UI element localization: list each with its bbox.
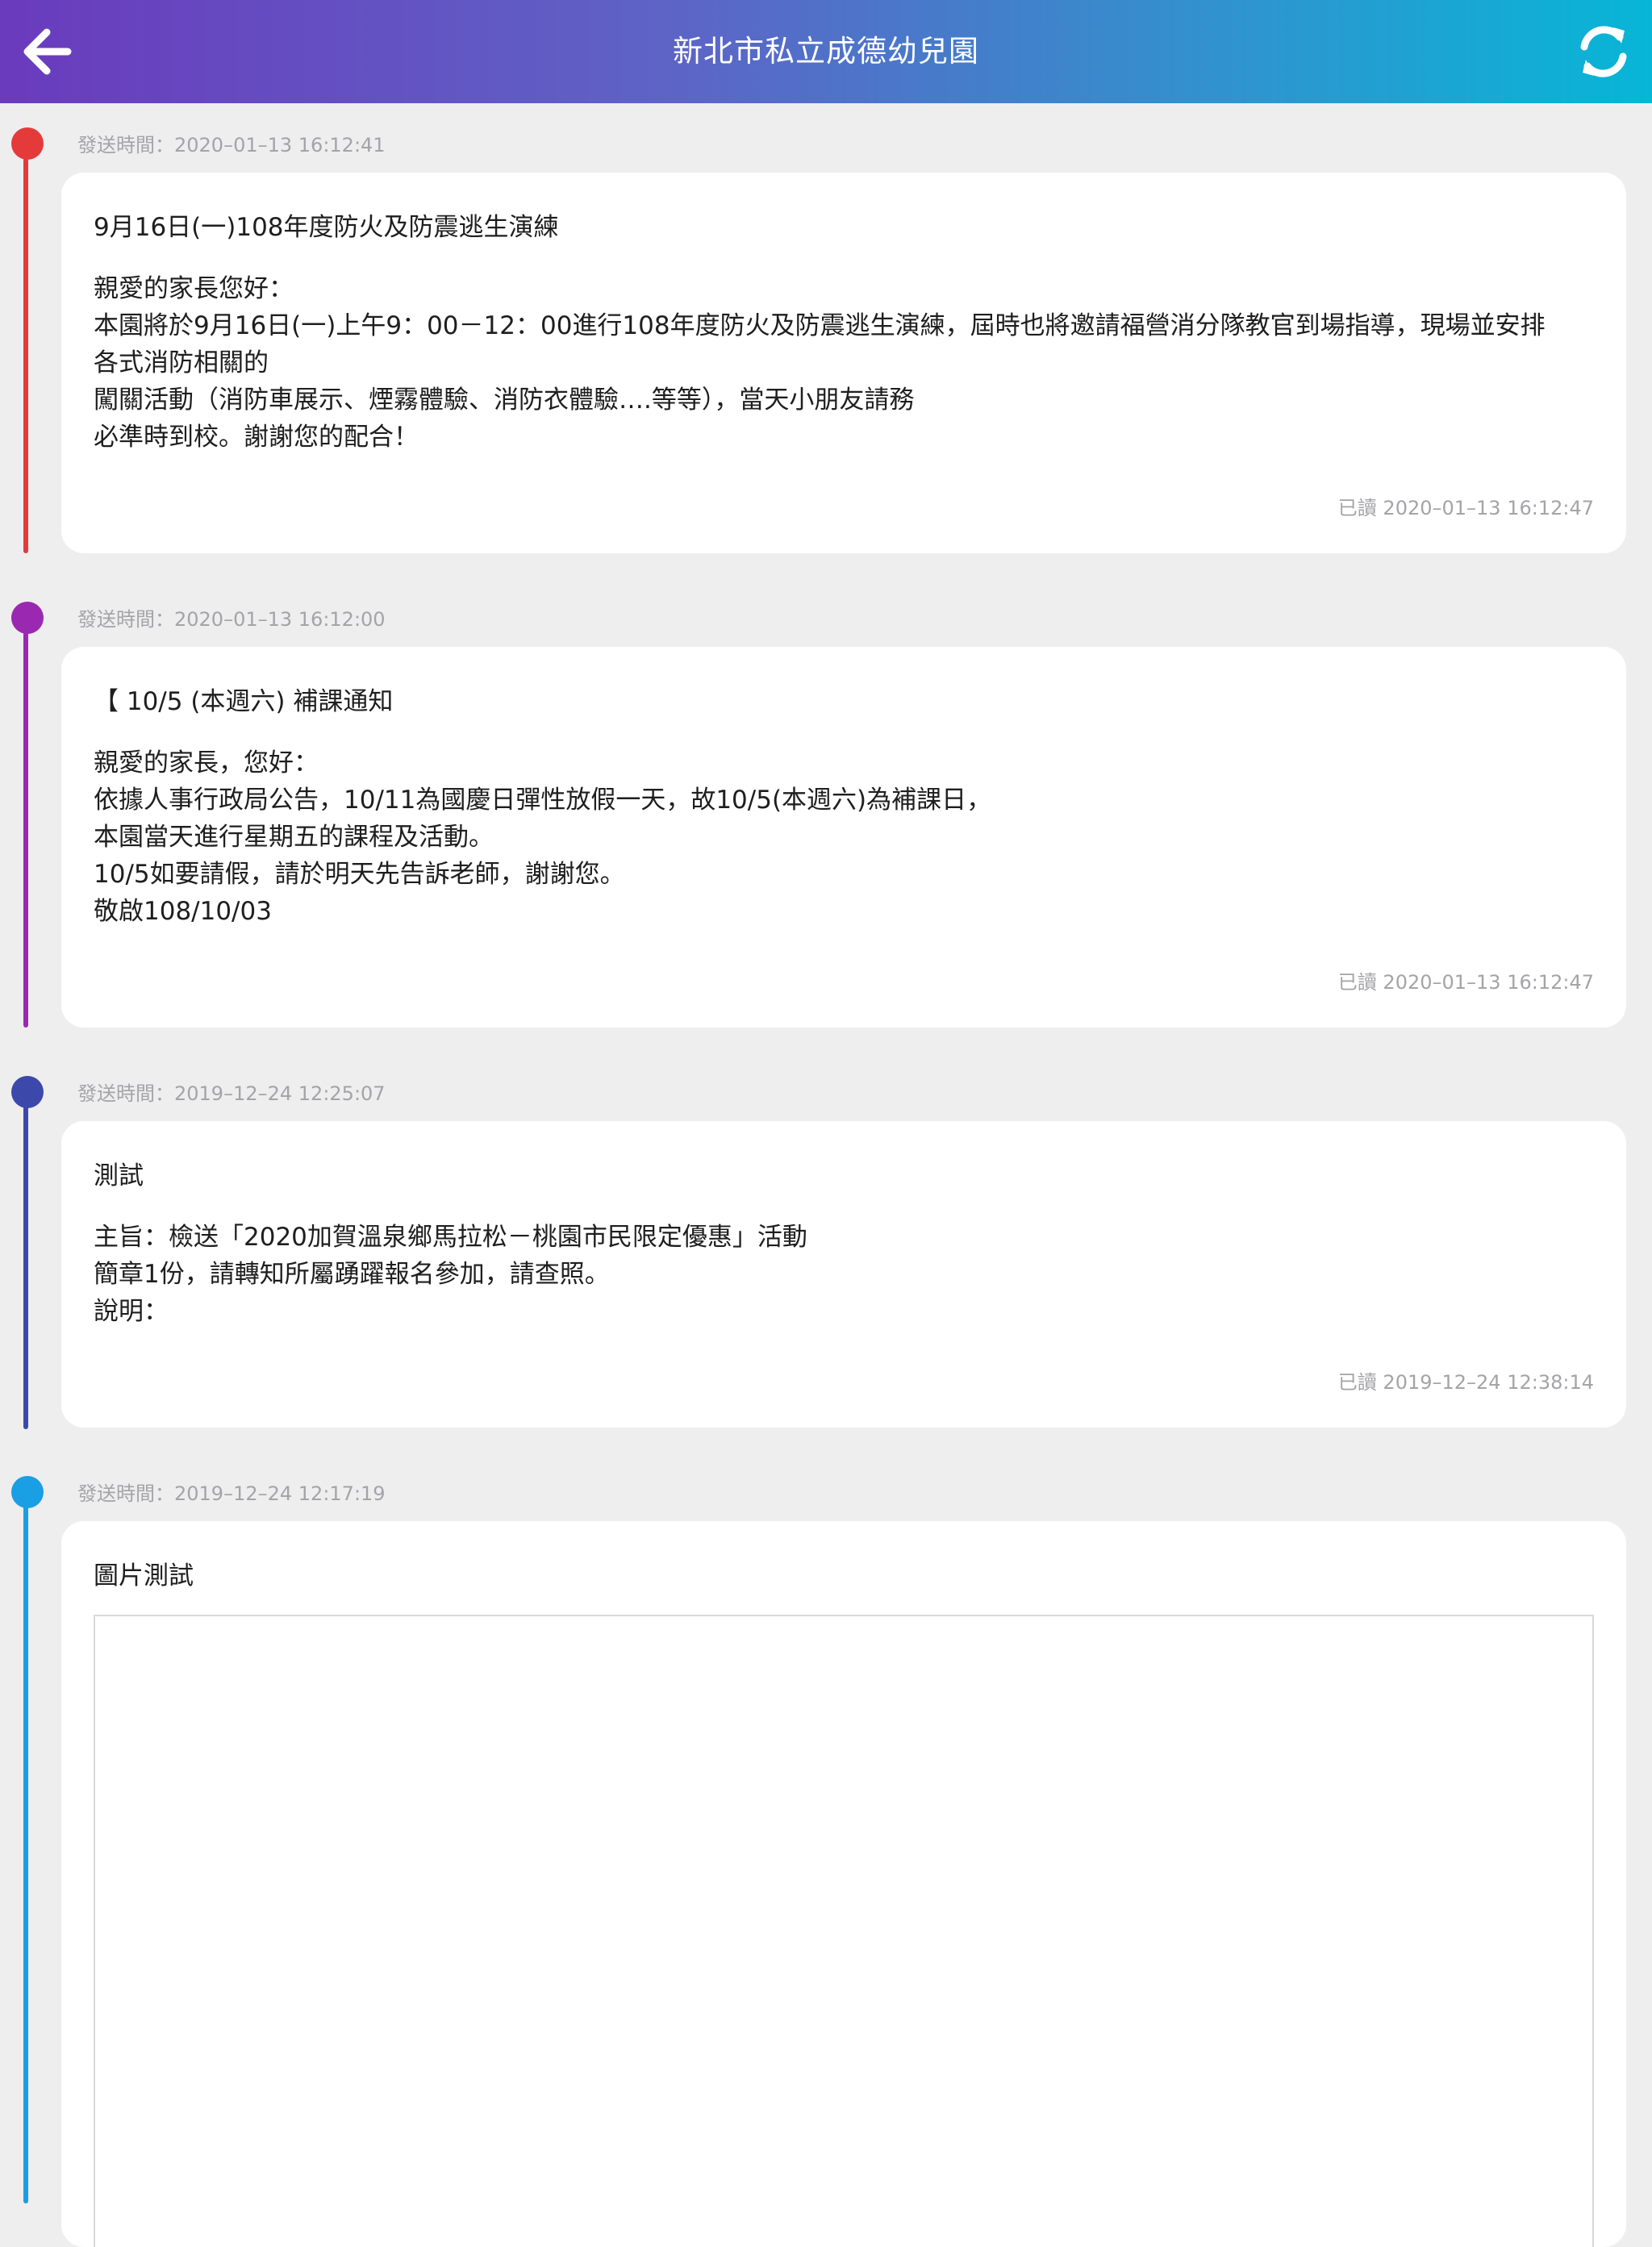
message-body-line: 親愛的家長，您好： <box>94 748 319 777</box>
page-title: 新北市私立成德幼兒園 <box>673 34 979 69</box>
read-receipt: 已讀 2020–01–13 16:12:47 <box>1337 971 1594 994</box>
message-body-line: 親愛的家長您好： <box>94 274 294 303</box>
refresh-icon <box>1580 26 1627 77</box>
message-body-line: 簡章1份，請轉知所屬踴躍報名參加，請查照。 <box>94 1260 610 1289</box>
message-body-line: 主旨：檢送「2020加賀溫泉鄉馬拉松－桃園市民限定優惠」活動 <box>94 1223 807 1252</box>
timeline-dot <box>11 127 44 160</box>
message-body-line: 說明： <box>94 1297 169 1326</box>
message-card[interactable]: 圖片測試 <box>61 1521 1626 2247</box>
read-receipt: 已讀 2019–12–24 12:38:14 <box>1337 1371 1594 1394</box>
back-button[interactable] <box>18 21 79 82</box>
message-body-line: 依據人事行政局公告，10/11為國慶日彈性放假一天，故10/5(本週六)為補課日… <box>94 786 992 815</box>
message-card[interactable]: 【 10/5 (本週六) 補課通知 親愛的家長，您好： 依據人事行政局公告，10… <box>61 647 1626 1028</box>
message-card[interactable]: 9月16日(一)108年度防火及防震逃生演練 親愛的家長您好： 本園將於9月16… <box>61 173 1626 553</box>
sent-time: 發送時間：2020–01–13 16:12:00 <box>77 608 386 631</box>
message-image[interactable] <box>94 1615 1594 2247</box>
message-title: 測試 <box>94 1161 144 1190</box>
timeline-dot <box>11 602 44 634</box>
timeline-dot <box>11 1476 44 1508</box>
sent-time: 發送時間：2020–01–13 16:12:41 <box>77 134 386 156</box>
message-title: 【 10/5 (本週六) 補課通知 <box>94 687 394 716</box>
sent-time: 發送時間：2019–12–24 12:17:19 <box>77 1482 386 1505</box>
timeline-segment <box>23 1078 28 1429</box>
message-body-line: 本園將於9月16日(一)上午9：00－12：00進行108年度防火及防震逃生演練… <box>94 311 1546 340</box>
message-body-line: 敬啟108/10/03 <box>94 897 272 926</box>
message-body-line: 闖關活動（消防車展示、煙霧體驗、消防衣體驗….等等），當天小朋友請務 <box>94 386 915 415</box>
timeline-segment <box>23 1478 28 2203</box>
refresh-button[interactable] <box>1571 19 1636 84</box>
sent-time: 發送時間：2019–12–24 12:25:07 <box>77 1082 386 1105</box>
read-receipt: 已讀 2020–01–13 16:12:47 <box>1337 497 1594 519</box>
message-title: 9月16日(一)108年度防火及防震逃生演練 <box>94 213 559 242</box>
app-header: 新北市私立成德幼兒園 <box>0 0 1652 103</box>
message-card[interactable]: 測試 主旨：檢送「2020加賀溫泉鄉馬拉松－桃園市民限定優惠」活動 簡章1份，請… <box>61 1121 1626 1428</box>
timeline-dot <box>11 1076 44 1108</box>
timeline-segment <box>23 603 28 1028</box>
message-body-line: 必準時到校。謝謝您的配合！ <box>94 423 419 452</box>
message-body-line: 各式消防相關的 <box>94 348 269 377</box>
timeline-segment <box>23 129 28 553</box>
arrow-left-icon <box>23 28 72 75</box>
message-body-line: 本園當天進行星期五的課程及活動。 <box>94 823 494 852</box>
message-title: 圖片測試 <box>94 1561 194 1590</box>
message-body-line: 10/5如要請假，請於明天先告訴老師，謝謝您。 <box>94 860 625 889</box>
